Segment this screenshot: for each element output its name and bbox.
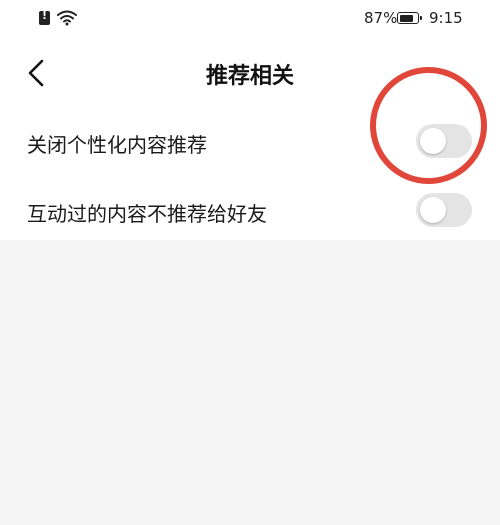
- battery-percent: 87%: [364, 9, 398, 27]
- setting-row-friend-recommendation: 互动过的内容不推荐给好友: [0, 181, 500, 241]
- wifi-icon: [57, 10, 77, 26]
- status-bar: 87% 9:15: [0, 0, 500, 38]
- friend-recommendation-toggle[interactable]: [416, 193, 472, 227]
- personalized-recommendation-toggle[interactable]: [416, 124, 472, 158]
- toggle-knob: [420, 128, 446, 154]
- setting-label: 关闭个性化内容推荐: [27, 133, 207, 157]
- sim-alert-icon: [39, 9, 50, 25]
- setting-label: 互动过的内容不推荐给好友: [27, 202, 267, 226]
- battery-fill: [399, 14, 414, 22]
- toggle-knob: [420, 197, 446, 223]
- settings-panel: 87% 9:15 推荐相关 关闭个性化内容推荐 互动过的内容不推荐给好友: [0, 0, 500, 240]
- status-clock: 9:15: [429, 9, 463, 27]
- setting-row-personalized-recommendation: 关闭个性化内容推荐: [0, 112, 500, 172]
- page-title: 推荐相关: [205, 64, 294, 89]
- battery-icon: [397, 12, 422, 24]
